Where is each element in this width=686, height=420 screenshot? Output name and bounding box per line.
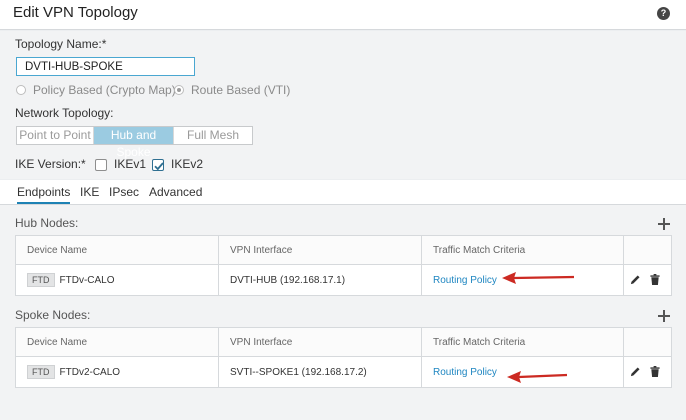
- topology-name-label: Topology Name:*: [15, 37, 107, 51]
- network-topology-label: Network Topology:: [15, 106, 114, 120]
- delete-trash-icon[interactable]: [650, 274, 660, 286]
- dialog-header: Edit VPN Topology ?: [0, 0, 686, 30]
- column-traffic-match-criteria: Traffic Match Criteria: [421, 327, 624, 357]
- device-name: FTDv-CALO: [59, 275, 115, 286]
- actions-cell: [623, 356, 672, 388]
- spoke-nodes-table: Device Name VPN Interface Traffic Match …: [15, 327, 672, 388]
- column-actions: [623, 235, 672, 265]
- column-device-name: Device Name: [15, 327, 219, 357]
- tab-bar: Endpoints IKE IPsec Advanced: [0, 180, 686, 205]
- ftd-badge: FTD: [27, 273, 55, 287]
- table-header-row: Device Name VPN Interface Traffic Match …: [15, 327, 672, 357]
- device-cell: FTD FTDv-CALO: [15, 264, 219, 296]
- annotation-arrow-icon: [502, 272, 575, 284]
- table-header-row: Device Name VPN Interface Traffic Match …: [15, 235, 672, 265]
- policy-based-label: Policy Based (Crypto Map): [33, 83, 176, 97]
- column-traffic-match-criteria: Traffic Match Criteria: [421, 235, 624, 265]
- ikev1-checkbox[interactable]: [95, 159, 107, 171]
- route-based-label: Route Based (VTI): [191, 83, 291, 97]
- routing-policy-link[interactable]: Routing Policy: [433, 367, 497, 378]
- add-hub-node-icon[interactable]: [658, 218, 670, 230]
- table-row: FTD FTDv2-CALO SVTI--SPOKE1 (192.168.17.2…: [15, 356, 672, 388]
- ikev2-label: IKEv2: [171, 157, 204, 171]
- device-name: FTDv2-CALO: [59, 367, 121, 378]
- ike-version-label: IKE Version:*: [15, 157, 86, 171]
- delete-trash-icon[interactable]: [650, 366, 660, 378]
- device-cell: FTD FTDv2-CALO: [15, 356, 219, 388]
- hub-nodes-label: Hub Nodes:: [15, 216, 79, 230]
- topology-hub-and-spoke-option[interactable]: Hub and Spoke: [94, 127, 174, 159]
- topology-full-mesh-option[interactable]: Full Mesh: [174, 127, 252, 144]
- routing-policy-link[interactable]: Routing Policy: [433, 275, 497, 286]
- topology-name-input[interactable]: [16, 57, 195, 76]
- tab-endpoints[interactable]: Endpoints: [17, 185, 71, 204]
- tab-ike[interactable]: IKE: [80, 185, 99, 199]
- policy-based-radio[interactable]: [16, 85, 26, 95]
- vpn-interface-cell: SVTI--SPOKE1 (192.168.17.2): [218, 356, 422, 388]
- topology-settings: [0, 31, 686, 179]
- tab-ipsec[interactable]: IPsec: [109, 185, 139, 199]
- ftd-badge: FTD: [27, 365, 55, 379]
- spoke-nodes-label: Spoke Nodes:: [15, 308, 91, 322]
- edit-pencil-icon[interactable]: [630, 366, 641, 377]
- column-vpn-interface: VPN Interface: [218, 327, 422, 357]
- help-icon[interactable]: ?: [657, 7, 670, 20]
- actions-cell: [623, 264, 672, 296]
- column-actions: [623, 327, 672, 357]
- add-spoke-node-icon[interactable]: [658, 310, 670, 322]
- route-based-radio[interactable]: [174, 85, 184, 95]
- column-vpn-interface: VPN Interface: [218, 235, 422, 265]
- column-device-name: Device Name: [15, 235, 219, 265]
- ikev1-label: IKEv1: [114, 157, 147, 171]
- checkmark-icon: [154, 162, 164, 171]
- vpn-interface-cell: DVTI-HUB (192.168.17.1): [218, 264, 422, 296]
- edit-pencil-icon[interactable]: [630, 274, 641, 285]
- topology-point-to-point-option[interactable]: Point to Point: [17, 127, 94, 144]
- dialog-title: Edit VPN Topology: [13, 4, 138, 21]
- annotation-arrow-icon: [507, 371, 568, 383]
- tab-advanced[interactable]: Advanced: [149, 185, 202, 199]
- ikev2-checkbox[interactable]: [152, 159, 164, 171]
- network-topology-selector: Point to Point Hub and Spoke Full Mesh: [16, 126, 253, 159]
